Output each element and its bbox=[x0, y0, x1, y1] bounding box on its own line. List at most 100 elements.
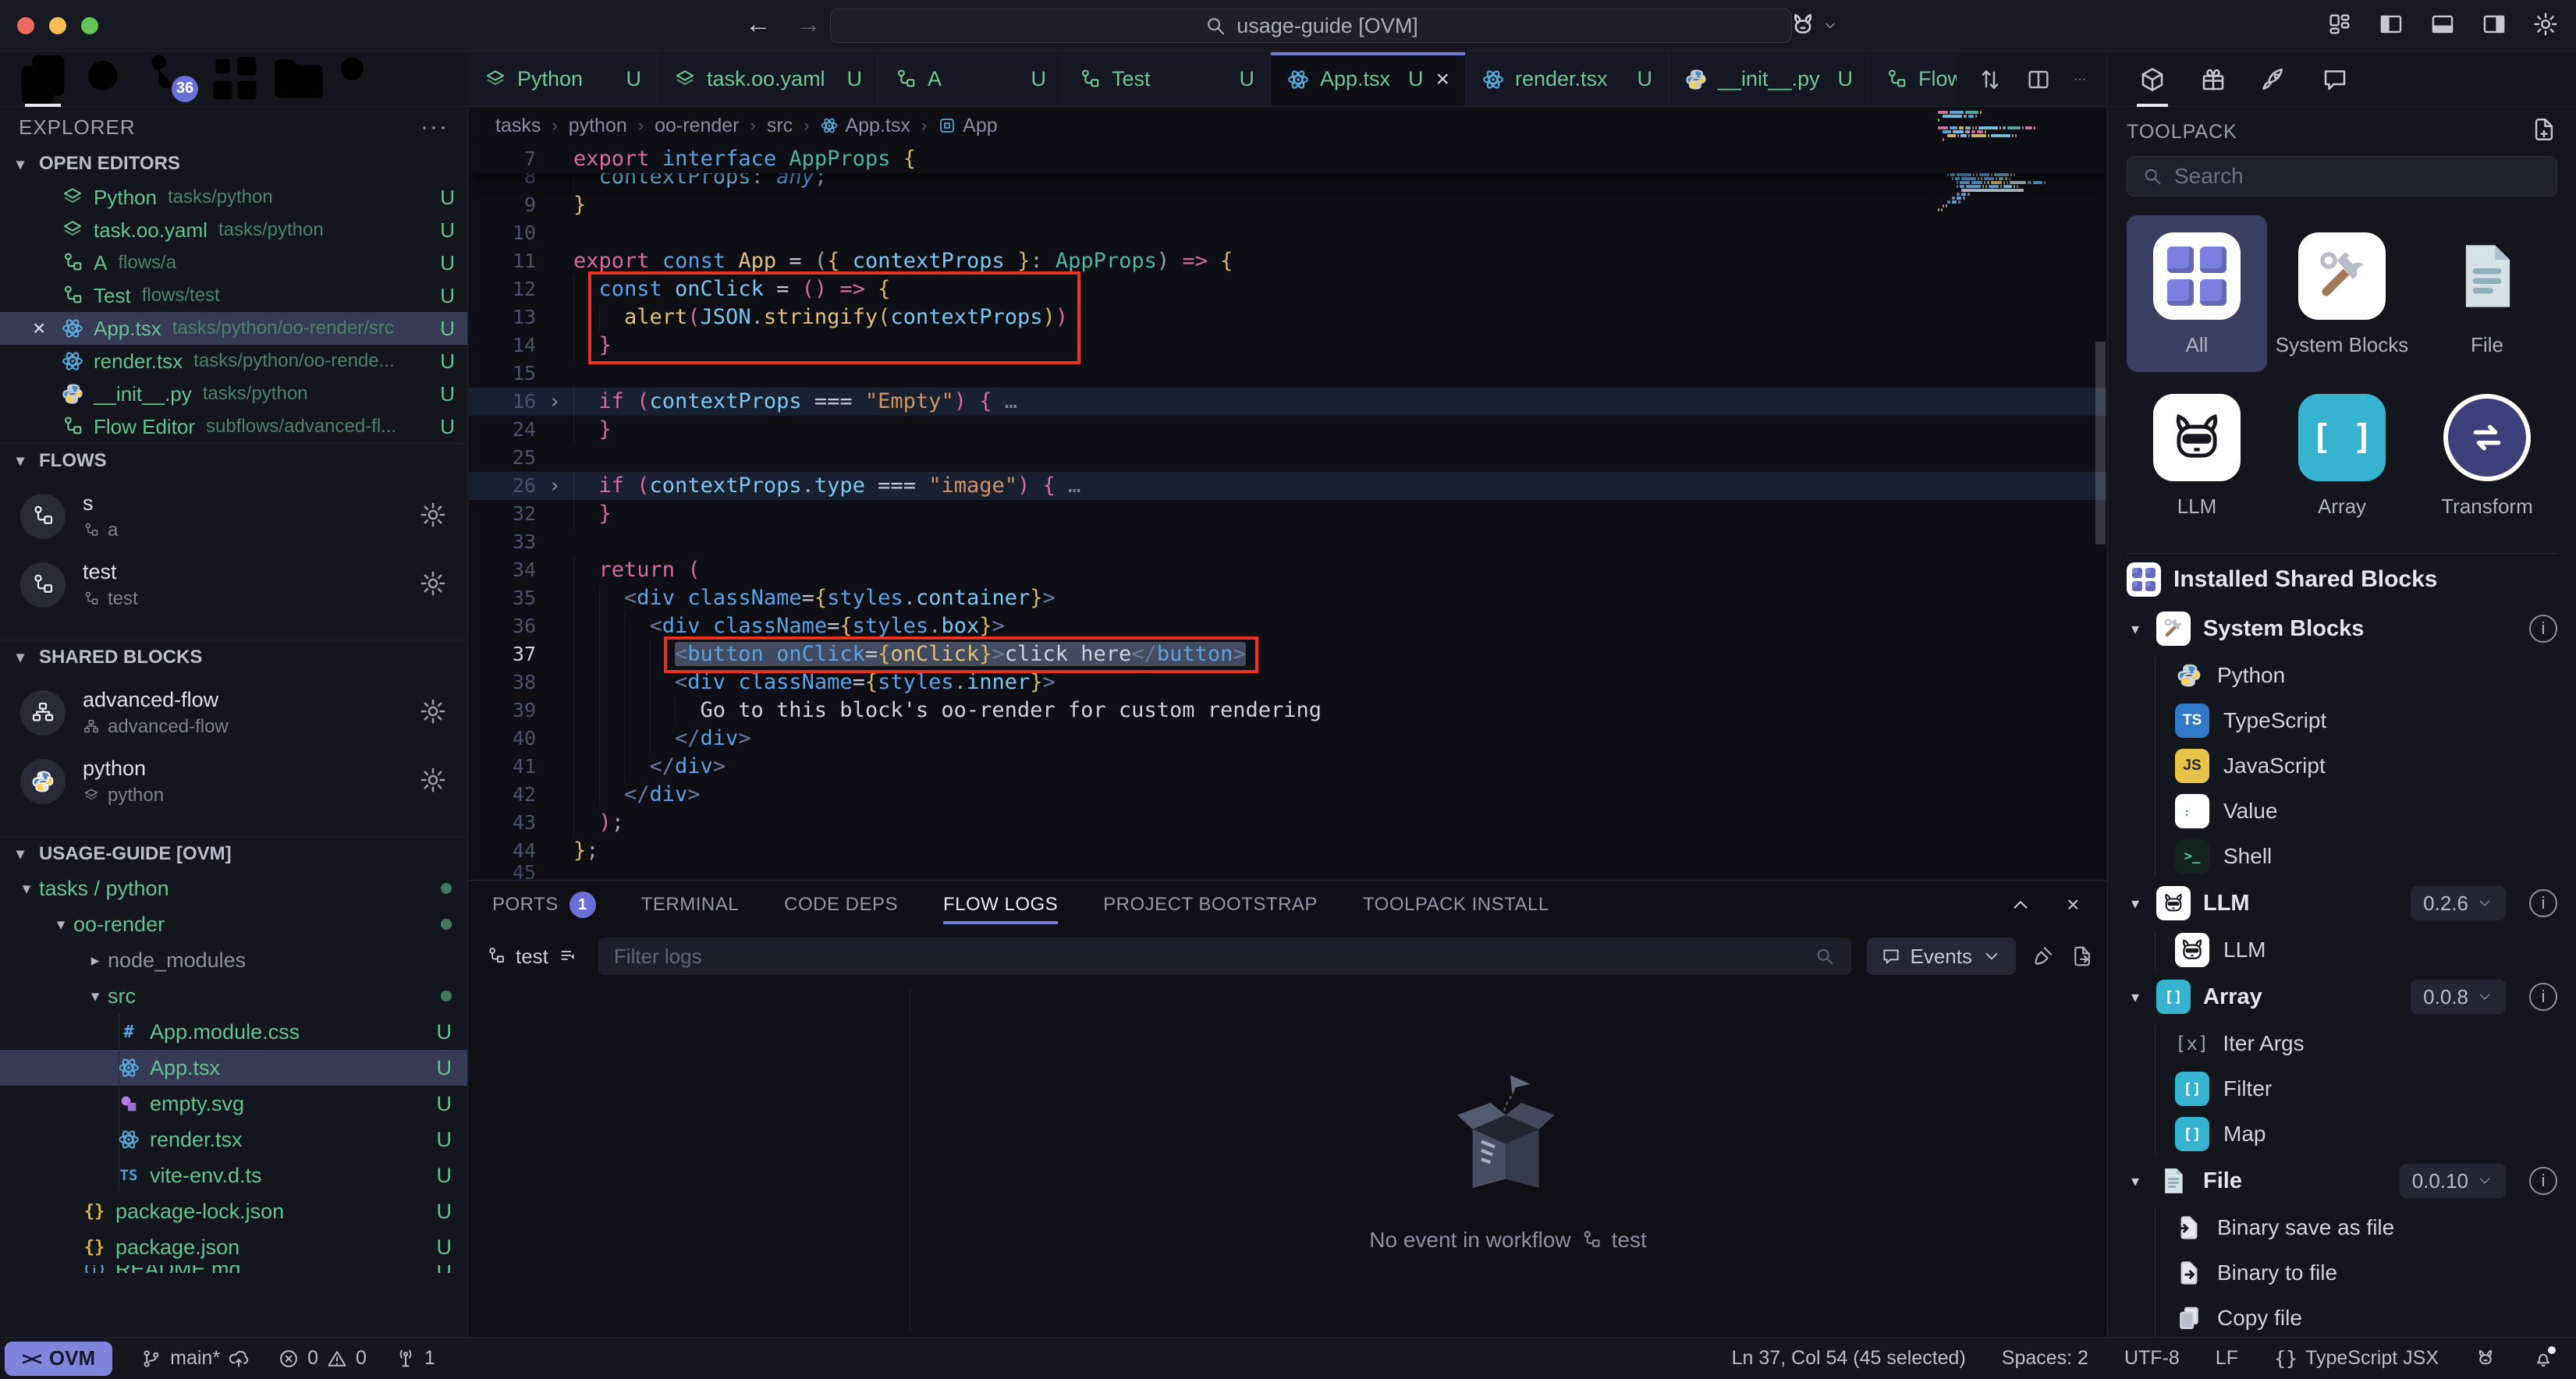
activity-folder-icon[interactable] bbox=[267, 52, 331, 107]
cursor-position-status[interactable]: Ln 37, Col 54 (45 selected) bbox=[1732, 1347, 1966, 1370]
tree-item-tasks-python[interactable]: ▾tasks / python bbox=[0, 870, 467, 906]
events-dropdown[interactable]: Events bbox=[1867, 938, 2017, 975]
version-dropdown[interactable]: 0.0.10 bbox=[2400, 1164, 2506, 1198]
block-item-shell[interactable]: >_Shell bbox=[2156, 834, 2557, 879]
zoom-window-button[interactable] bbox=[81, 17, 98, 34]
tree-item-app-module-css[interactable]: #App.module.cssU bbox=[0, 1014, 467, 1050]
toolpack-card-transform[interactable]: Transform bbox=[2417, 377, 2557, 534]
group-caret[interactable]: ▾ bbox=[2127, 1172, 2144, 1191]
tree-item-app-tsx[interactable]: App.tsxU bbox=[0, 1050, 467, 1086]
editor-tab-a[interactable]: AU bbox=[878, 52, 1063, 106]
block-item-python[interactable]: Python bbox=[2156, 653, 2557, 698]
git-branch-status[interactable]: main* bbox=[140, 1347, 250, 1370]
feedback-view-icon[interactable] bbox=[2318, 52, 2352, 107]
version-dropdown[interactable]: 0.0.8 bbox=[2411, 980, 2506, 1014]
indentation-status[interactable]: Spaces: 2 bbox=[2002, 1347, 2088, 1370]
remote-indicator[interactable]: >< OVM bbox=[5, 1342, 112, 1376]
panel-tab-terminal[interactable]: TERMINAL bbox=[641, 881, 739, 929]
block-item-iter-args[interactable]: [x]Iter Args bbox=[2156, 1021, 2557, 1066]
block-item-binary-save-as-file[interactable]: Binary save as file bbox=[2156, 1205, 2557, 1250]
block-item-value[interactable]: Value bbox=[2156, 789, 2557, 834]
open-editor-item-flow-editor[interactable]: Flow Editorsubflows/advanced-fl...U bbox=[0, 410, 467, 443]
language-mode-status[interactable]: {}TypeScript JSX bbox=[2274, 1347, 2439, 1370]
close-panel-icon[interactable]: × bbox=[2067, 892, 2080, 917]
version-dropdown[interactable]: 0.2.6 bbox=[2411, 886, 2506, 920]
toolpack-card-llm[interactable]: LLM bbox=[2127, 377, 2267, 534]
bootstrap-view-icon[interactable] bbox=[2257, 52, 2291, 107]
breadcrumb-src[interactable]: src bbox=[767, 115, 793, 137]
activity-key-icon[interactable] bbox=[331, 52, 395, 107]
toggle-sidebar-left-icon[interactable] bbox=[2378, 11, 2404, 37]
list-item-test[interactable]: testtest bbox=[0, 551, 467, 619]
back-icon[interactable]: ← bbox=[745, 9, 772, 40]
editor-tab-render-tsx[interactable]: render.tsxU bbox=[1466, 52, 1669, 106]
close-editor-icon[interactable]: × bbox=[33, 316, 61, 341]
filter-logs-input[interactable]: Filter logs bbox=[598, 938, 1851, 975]
split-editor-icon[interactable] bbox=[2025, 66, 2052, 93]
list-item-s[interactable]: sa bbox=[0, 482, 467, 551]
editor-tab-test[interactable]: TestU bbox=[1063, 52, 1271, 106]
customize-layout-icon[interactable] bbox=[2326, 11, 2353, 37]
swap-editors-icon[interactable] bbox=[1977, 66, 2003, 93]
editor-tab-flow[interactable]: Flow bbox=[1869, 52, 1957, 106]
toggle-sidebar-right-icon[interactable] bbox=[2481, 11, 2507, 37]
toolpack-search-input[interactable]: Search bbox=[2127, 156, 2557, 197]
tree-item-vite-env-d-ts[interactable]: TSvite-env.d.tsU bbox=[0, 1157, 467, 1193]
open-editor-item-test[interactable]: Testflows/testU bbox=[0, 279, 467, 312]
info-icon[interactable] bbox=[2529, 983, 2557, 1011]
info-icon[interactable] bbox=[2529, 889, 2557, 917]
panel-tab-ports[interactable]: PORTS1 bbox=[492, 881, 596, 929]
toggle-panel-icon[interactable] bbox=[2429, 11, 2456, 37]
tree-item-package-json[interactable]: {}package.jsonU bbox=[0, 1229, 467, 1265]
activity-search-icon[interactable] bbox=[75, 52, 139, 107]
flow-settings-gear-icon[interactable] bbox=[419, 569, 447, 601]
breadcrumb-app-tsx[interactable]: App.tsx bbox=[820, 115, 910, 137]
code-lines[interactable]: 8 contextProps: any;9}1011export const A… bbox=[469, 173, 2106, 880]
tab-close-icon[interactable]: × bbox=[1435, 66, 1449, 93]
open-editor-item-python[interactable]: Pythontasks/pythonU bbox=[0, 181, 467, 214]
activity-files-icon[interactable] bbox=[11, 52, 75, 107]
open-editors-header[interactable]: ▾OPEN EDITORS bbox=[0, 147, 467, 181]
group-caret[interactable]: ▾ bbox=[2127, 987, 2144, 1007]
list-item-advanced-flow[interactable]: advanced-flowadvanced-flow bbox=[0, 679, 467, 747]
block-group-file[interactable]: ▾File0.0.10 bbox=[2127, 1157, 2557, 1205]
tree-item-readme-md[interactable]: README.mdU bbox=[0, 1265, 467, 1273]
list-item-python[interactable]: pythonpython bbox=[0, 747, 467, 816]
block-item-binary-to-file[interactable]: Binary to file bbox=[2156, 1250, 2557, 1296]
breadcrumb-python[interactable]: python bbox=[569, 115, 627, 137]
assistant-menu[interactable] bbox=[1788, 11, 1838, 41]
activity-extensions-icon[interactable] bbox=[203, 52, 267, 107]
eol-status[interactable]: LF bbox=[2216, 1347, 2238, 1370]
open-editor-item-app-tsx[interactable]: ×App.tsxtasks/python/oo-render/srcU bbox=[0, 312, 467, 345]
flow-settings-gear-icon[interactable] bbox=[419, 766, 447, 798]
forward-icon[interactable]: → bbox=[795, 9, 821, 40]
fold-indicator[interactable]: › bbox=[536, 388, 573, 416]
fold-indicator[interactable]: › bbox=[536, 472, 573, 500]
flow-settings-gear-icon[interactable] bbox=[419, 697, 447, 729]
minimize-window-button[interactable] bbox=[49, 17, 66, 34]
toolpack-card-all[interactable]: All bbox=[2127, 215, 2267, 372]
flow-selector[interactable]: test bbox=[481, 945, 583, 969]
problems-status[interactable]: 0 0 bbox=[278, 1347, 367, 1370]
block-group-array[interactable]: ▾[]Array0.0.8 bbox=[2127, 973, 2557, 1021]
explorer-more-icon[interactable]: ··· bbox=[420, 114, 449, 140]
editor-tab-python[interactable]: PythonU bbox=[468, 52, 658, 106]
block-group-llm[interactable]: ▾LLM0.2.6 bbox=[2127, 879, 2557, 927]
tree-item-render-tsx[interactable]: render.tsxU bbox=[0, 1122, 467, 1157]
editor-tab-task-oo-yaml[interactable]: task.oo.yamlU bbox=[658, 52, 878, 106]
breadcrumb-tasks[interactable]: tasks bbox=[495, 115, 541, 137]
open-editor-item-render-tsx[interactable]: render.tsxtasks/python/oo-rende...U bbox=[0, 345, 467, 378]
maximize-panel-icon[interactable] bbox=[2009, 893, 2032, 916]
tree-item-oo-render[interactable]: ▾oo-render bbox=[0, 906, 467, 942]
assistant-status-icon[interactable] bbox=[2475, 1348, 2496, 1370]
tree-item-package-lock-json[interactable]: {}package-lock.jsonU bbox=[0, 1193, 467, 1229]
block-item-llm[interactable]: LLM bbox=[2156, 927, 2557, 973]
open-editor-item-task-oo-yaml[interactable]: task.oo.yamltasks/pythonU bbox=[0, 214, 467, 246]
command-center-search[interactable]: usage-guide [OVM] bbox=[830, 9, 1792, 43]
export-logs-icon[interactable] bbox=[2070, 945, 2094, 968]
panel-tab-flow-logs[interactable]: FLOW LOGS bbox=[943, 881, 1058, 929]
open-editor-item-a[interactable]: Aflows/aU bbox=[0, 246, 467, 279]
activity-flow-icon[interactable]: 36 bbox=[139, 52, 203, 107]
notifications-bell-icon[interactable] bbox=[2532, 1348, 2554, 1370]
more-actions-icon[interactable]: ··· bbox=[2074, 73, 2086, 87]
